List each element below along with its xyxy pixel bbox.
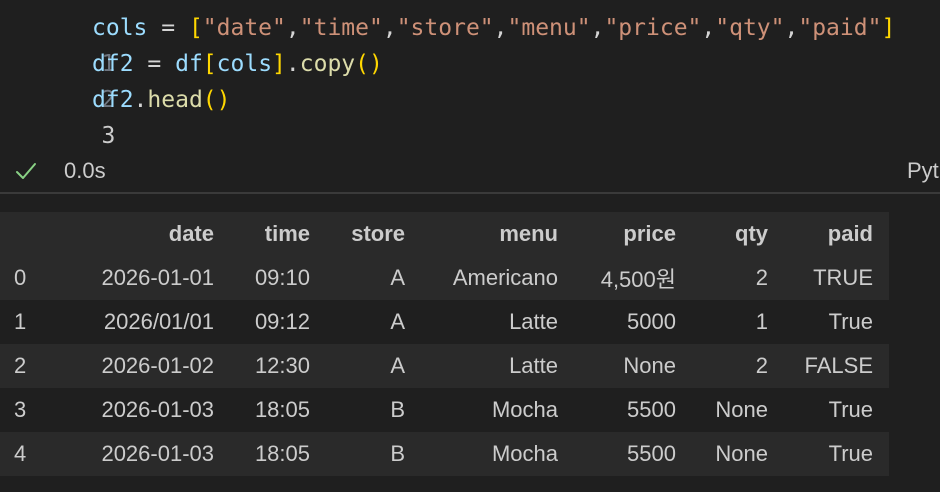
code-line-1[interactable]: 1 cols = ["date","time","store","menu","… [0,10,895,77]
column-header: time [264,221,310,246]
token-bracket: ] [881,15,896,41]
table-cell: 2026-01-02 [101,353,214,378]
token-paren: () [355,51,383,77]
token-dot: . [285,51,300,77]
row-index: 3 [14,397,27,422]
token-bracket: [ [202,51,217,77]
table-cell: A [390,309,405,334]
execution-time: 0.0s [64,158,106,183]
table-cell: FALSE [804,353,873,378]
token-dot: . [133,87,148,113]
table-cell: TRUE [813,265,873,290]
cell-output: date time store menu price qty paid 0 20… [0,212,889,476]
row-index: 1 [14,309,27,334]
table-cell: Mocha [491,441,558,466]
column-header: qty [735,221,768,246]
output-divider [0,192,940,194]
dataframe-table: date time store menu price qty paid 0 20… [0,212,889,476]
table-cell: 2 [755,353,768,378]
table-cell: 5500 [627,441,676,466]
table-row: 4 2026-01-03 18:05 B Mocha 5500 None Tru… [0,432,889,476]
table-cell: Latte [509,353,558,378]
table-row: 2 2026-01-02 12:30 A Latte None 2 FALSE [0,344,889,388]
code-text[interactable]: cols = ["date","time","store","menu","pr… [92,10,895,46]
token-comma: , [701,15,716,41]
table-cell: B [390,397,405,422]
row-index: 0 [14,265,27,290]
code-editor[interactable]: 1 cols = ["date","time","store","menu","… [0,0,940,149]
token-variable: df [175,51,203,77]
table-cell: 12:30 [254,353,310,378]
token-operator: = [147,15,189,41]
table-cell: Latte [509,309,558,334]
token-comma: , [285,15,300,41]
token-string: "store" [396,15,494,41]
token-comma: , [784,15,799,41]
table-cell: True [828,441,873,466]
token-string: "time" [299,15,383,41]
table-cell: 2026-01-03 [101,397,214,422]
table-cell: 2026/01/01 [103,309,214,334]
token-paren: () [202,87,231,113]
code-text[interactable]: df2.head() [92,82,231,118]
token-function: copy [299,51,356,77]
table-row: 0 2026-01-01 09:10 A Americano 4,500원 2 … [0,256,889,300]
table-cell: 2026-01-03 [101,441,214,466]
table-cell: Americano [452,265,558,290]
table-cell: 4,500원 [600,267,676,292]
token-variable: df2 [92,87,134,113]
kernel-label[interactable]: Pyt [907,150,939,192]
check-icon [16,163,36,179]
table-cell: 09:12 [254,309,310,334]
token-variable: cols [216,51,273,77]
token-string: "qty" [715,15,785,41]
table-cell: True [828,397,873,422]
column-header: menu [499,221,558,246]
token-comma: , [590,15,605,41]
table-cell: 2026-01-01 [101,265,214,290]
column-header: paid [827,221,873,246]
column-header [0,212,60,256]
row-index: 4 [14,441,27,466]
table-row: 1 2026/01/01 09:12 A Latte 5000 1 True [0,300,889,344]
table-cell: 5500 [627,397,676,422]
column-header: store [351,221,405,246]
table-cell: 18:05 [254,397,310,422]
code-line-3[interactable]: 3 df2.head() [0,82,231,149]
table-cell: A [390,353,405,378]
table-cell: None [623,353,676,378]
token-comma: , [493,15,508,41]
table-cell: Mocha [491,397,558,422]
table-cell: 5000 [627,309,676,334]
table-cell: 1 [755,309,768,334]
row-index: 2 [14,353,27,378]
token-comma: , [382,15,397,41]
code-line-2[interactable]: 2 df2 = df[cols].copy() [0,46,383,113]
line-number: 3 [101,123,116,149]
table-cell: 2 [755,265,768,290]
token-variable: df2 [92,51,134,77]
code-text[interactable]: df2 = df[cols].copy() [92,46,383,82]
token-bracket: [ [188,15,203,41]
token-string: "paid" [798,15,882,41]
execution-status: 0.0s Pyt [0,150,940,192]
table-cell: A [390,265,405,290]
table-header-row: date time store menu price qty paid [0,212,889,256]
column-header: price [623,221,676,246]
token-string: "menu" [507,15,591,41]
token-string: "price" [604,15,702,41]
table-cell: B [390,441,405,466]
table-cell: None [715,397,768,422]
column-header: date [168,221,214,246]
token-function: head [147,87,203,113]
token-bracket: ] [272,51,286,77]
table-cell: True [828,309,873,334]
token-operator: = [133,51,176,77]
token-variable: cols [92,15,148,41]
table-cell: 09:10 [254,265,310,290]
table-cell: 18:05 [254,441,310,466]
token-string: "date" [202,15,286,41]
table-cell: None [715,441,768,466]
table-row: 3 2026-01-03 18:05 B Mocha 5500 None Tru… [0,388,889,432]
